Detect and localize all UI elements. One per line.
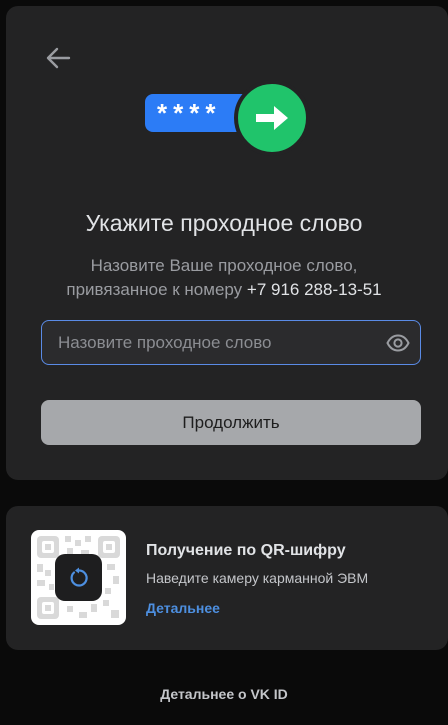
- about-vkid-link[interactable]: Детальнее о VK ID: [0, 686, 448, 702]
- subtitle-line-1: Назовите Ваше проходное слово,: [90, 256, 358, 275]
- qr-refresh-button[interactable]: [55, 554, 102, 601]
- page-title: Укажите проходное слово: [85, 210, 363, 236]
- qr-more-link[interactable]: Детальнее: [146, 600, 220, 616]
- subtitle-line-2: привязанное к номеру +7 916 288-13-51: [0, 278, 448, 302]
- password-field-wrapper: [41, 320, 421, 365]
- continue-button[interactable]: Продолжить: [41, 400, 421, 445]
- qr-code: [31, 530, 126, 625]
- arrow-right-icon: [256, 106, 288, 130]
- arrow-left-icon: [46, 47, 71, 69]
- qr-card: Получение по QR-шифру Наведите камеру ка…: [6, 506, 448, 650]
- phone-number: +7 916 288-13-51: [246, 280, 382, 299]
- back-button[interactable]: [34, 36, 82, 80]
- hero-illustration: ****: [145, 74, 315, 156]
- subtitle-text: привязанное к номеру: [66, 280, 243, 299]
- qr-title: Получение по QR-шифру: [146, 542, 346, 559]
- password-input[interactable]: [42, 321, 372, 364]
- arrow-circle: [234, 80, 310, 156]
- qr-subtitle: Наведите камеру карманной ЭВМ: [146, 570, 369, 586]
- page-subtitle: Назовите Ваше проходное слово, привязанн…: [0, 254, 448, 302]
- refresh-icon: [70, 567, 88, 587]
- show-password-toggle[interactable]: [386, 332, 410, 354]
- eye-icon: [386, 334, 410, 352]
